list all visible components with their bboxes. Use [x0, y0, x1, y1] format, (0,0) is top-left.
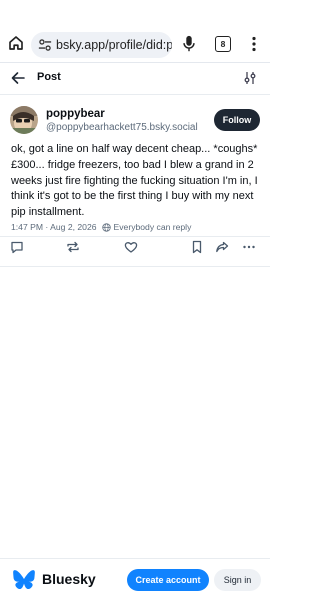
meta-divider: [0, 236, 270, 237]
avatar[interactable]: [10, 106, 38, 134]
sliders-icon[interactable]: [243, 71, 257, 85]
avatar-image: [10, 106, 38, 134]
page-title: Post: [37, 71, 61, 83]
more-icon[interactable]: [242, 240, 256, 254]
back-arrow-icon[interactable]: [10, 70, 26, 86]
kebab-menu-icon[interactable]: [250, 36, 258, 52]
create-account-button[interactable]: Create account: [127, 569, 209, 591]
like-icon[interactable]: [124, 240, 138, 254]
reply-icon[interactable]: [10, 240, 24, 254]
globe-icon: [101, 222, 111, 232]
repost-icon[interactable]: [66, 240, 80, 254]
actions-divider: [0, 266, 270, 267]
follow-button[interactable]: Follow: [214, 109, 260, 131]
bookmark-icon[interactable]: [190, 240, 204, 254]
brand-name: Bluesky: [42, 571, 96, 587]
browser-toolbar: bsky.app/profile/did:plc:f 8: [0, 26, 270, 62]
header-divider: [0, 94, 270, 95]
microphone-icon[interactable]: [181, 35, 197, 53]
tab-count: 8: [220, 39, 226, 49]
bluesky-butterfly-icon: [13, 570, 35, 589]
site-settings-icon[interactable]: [38, 38, 52, 52]
home-icon[interactable]: [7, 34, 25, 52]
post-actions: [0, 240, 270, 258]
post-timestamp: 1:47 PM · Aug 2, 2026: [11, 222, 97, 232]
post-text: ok, got a line on half way decent cheap.…: [11, 143, 258, 219]
author-handle[interactable]: @poppybearhackett75.bsky.social: [46, 122, 198, 133]
address-bar[interactable]: bsky.app/profile/did:plc:f: [31, 32, 172, 58]
tab-switcher-button[interactable]: 8: [215, 36, 231, 52]
sign-in-button[interactable]: Sign in: [214, 569, 261, 591]
reply-setting[interactable]: Everybody can reply: [114, 222, 192, 232]
post-header: Post: [0, 63, 270, 93]
bottom-bar: Bluesky Create account Sign in: [0, 559, 270, 600]
url-text[interactable]: bsky.app/profile/did:plc:f: [56, 38, 172, 52]
author-display-name[interactable]: poppybear: [46, 108, 105, 120]
share-icon[interactable]: [215, 240, 229, 254]
post-meta: 1:47 PM · Aug 2, 2026 Everybody can repl…: [11, 222, 191, 232]
